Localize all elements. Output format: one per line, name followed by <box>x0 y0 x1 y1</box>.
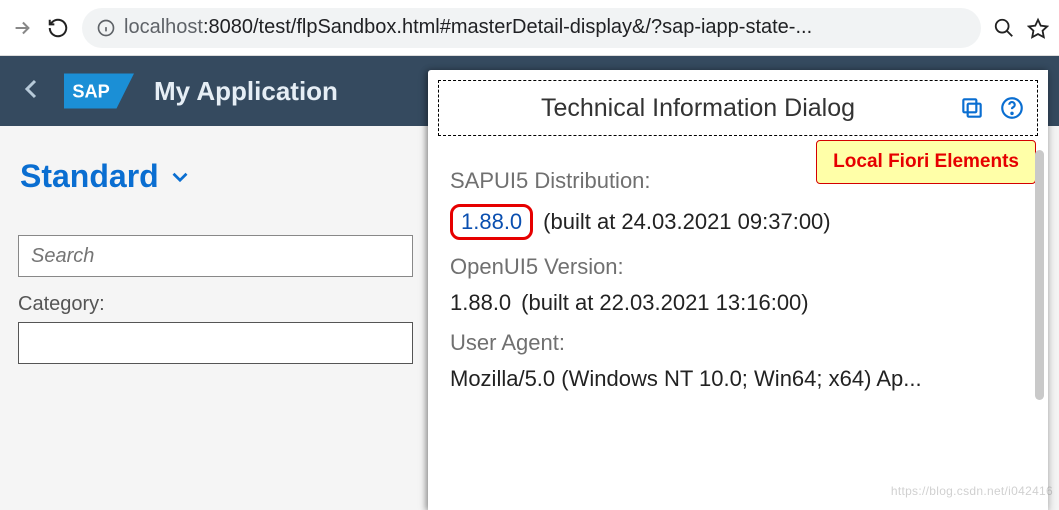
info-icon <box>96 18 116 38</box>
address-bar[interactable]: localhost:8080/test/flpSandbox.html#mast… <box>82 8 981 48</box>
openui5-version: 1.88.0 <box>450 290 511 316</box>
openui5-built-text: (built at 22.03.2021 13:16:00) <box>521 290 808 316</box>
forward-arrow-icon[interactable] <box>10 16 34 40</box>
sapui5-built-text: (built at 24.03.2021 09:37:00) <box>543 209 830 235</box>
user-agent-label: User Agent: <box>450 330 1026 356</box>
variant-label: Standard <box>20 158 159 195</box>
dialog-header: Technical Information Dialog <box>438 80 1038 136</box>
watermark: https://blog.csdn.net/i042416 <box>891 484 1053 498</box>
sapui5-version-highlight: 1.88.0 <box>450 204 533 240</box>
url-host: localhost <box>124 16 203 38</box>
chevron-down-icon <box>167 164 193 190</box>
dialog-body: Local Fiori Elements SAPUI5 Distribution… <box>428 136 1048 410</box>
shell-back-button[interactable] <box>20 77 44 106</box>
help-icon[interactable] <box>999 95 1025 121</box>
dialog-title: Technical Information Dialog <box>451 94 945 123</box>
zoom-icon[interactable] <box>993 17 1015 39</box>
sap-logo: SAP <box>64 73 134 109</box>
dialog-scrollbar[interactable] <box>1035 150 1044 400</box>
technical-info-dialog: Technical Information Dialog Local Fiori… <box>428 70 1048 510</box>
bookmark-star-icon[interactable] <box>1027 17 1049 39</box>
user-agent-value: Mozilla/5.0 (Windows NT 10.0; Win64; x64… <box>450 366 922 392</box>
category-input[interactable] <box>18 322 413 364</box>
reload-icon[interactable] <box>46 16 70 40</box>
svg-text:SAP: SAP <box>72 81 109 101</box>
search-input[interactable] <box>18 235 413 277</box>
url-path: :8080/test/flpSandbox.html#masterDetail-… <box>203 16 812 38</box>
app-title: My Application <box>154 76 338 107</box>
annotation-note: Local Fiori Elements <box>816 140 1036 184</box>
browser-toolbar: localhost:8080/test/flpSandbox.html#mast… <box>0 0 1059 56</box>
openui5-version-label: OpenUI5 Version: <box>450 254 1026 280</box>
copy-icon[interactable] <box>959 95 985 121</box>
